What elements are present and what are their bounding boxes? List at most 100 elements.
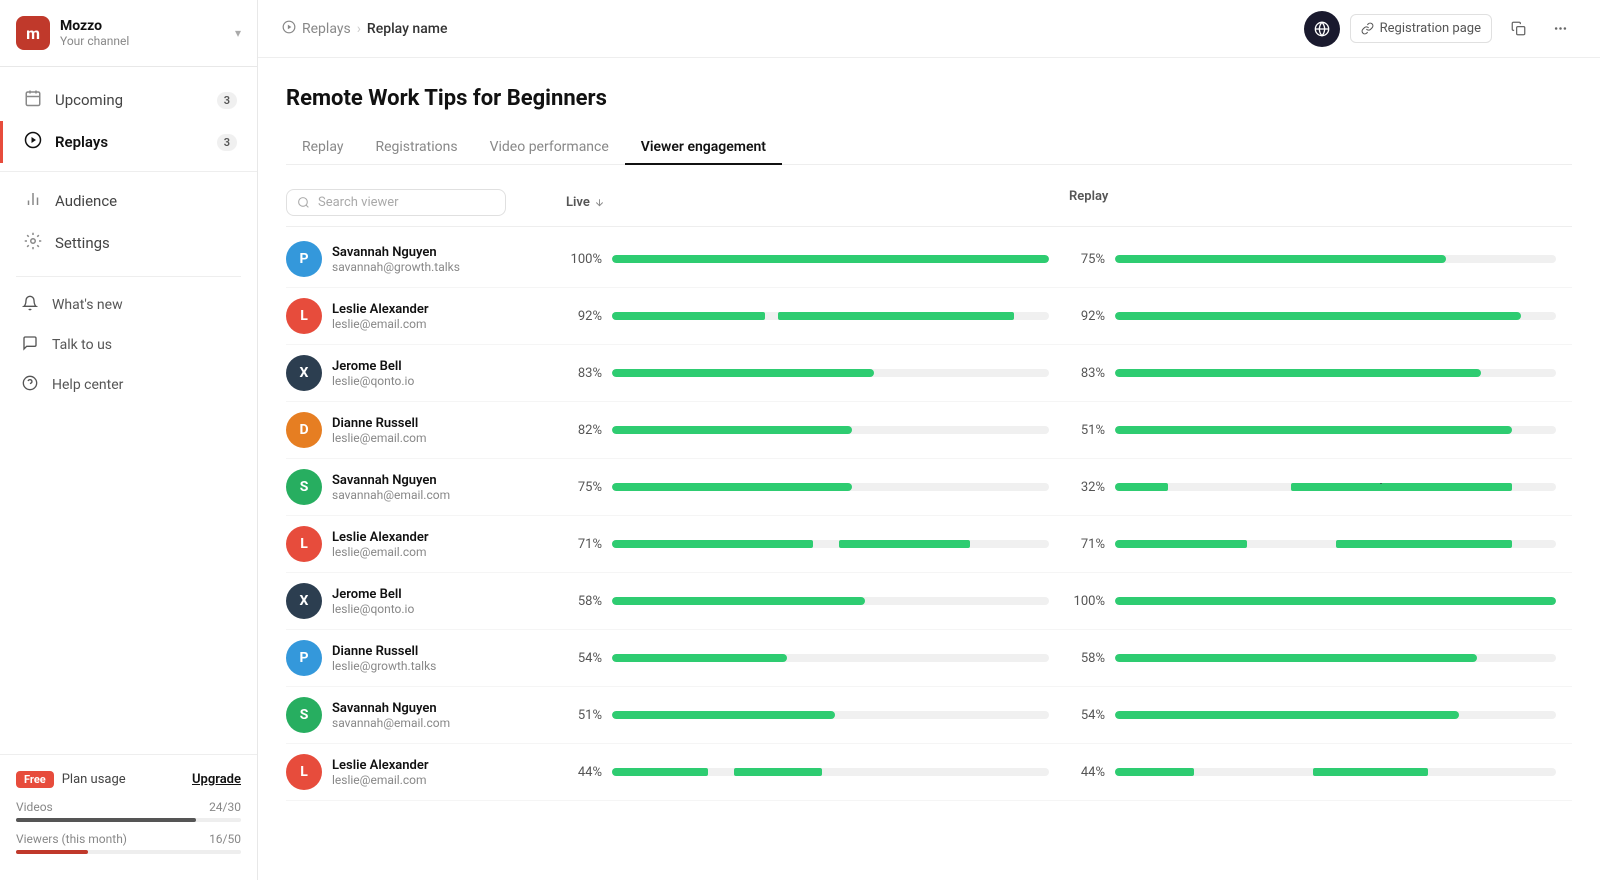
help-center-label: Help center	[52, 377, 123, 393]
viewer-email: leslie@email.com	[332, 545, 429, 559]
page-title: Remote Work Tips for Beginners	[286, 86, 1572, 111]
replay-engagement-cell: 71%	[1069, 537, 1572, 552]
table-row: PSavannah Nguyensavannah@growth.talks100…	[286, 231, 1572, 288]
copy-button[interactable]	[1502, 13, 1534, 45]
replay-engagement-cell: 100%	[1069, 594, 1572, 609]
sidebar-header: m Mozzo Your channel ▾	[0, 0, 257, 67]
replay-engagement-cell: 32% 41:03 – 47:26	[1069, 480, 1572, 495]
sidebar-item-upcoming[interactable]: Upcoming 3	[0, 79, 257, 121]
table-row: PDianne Russellleslie@growth.talks54%58%	[286, 630, 1572, 687]
viewer-email: leslie@growth.talks	[332, 659, 436, 673]
replay-engagement-cell: 75%	[1069, 252, 1572, 267]
viewer-email: leslie@qonto.io	[332, 602, 414, 616]
viewer-name: Jerome Bell	[332, 359, 414, 374]
breadcrumb-separator: ›	[357, 21, 361, 37]
search-box[interactable]: Search viewer	[286, 189, 506, 216]
sidebar-item-audience[interactable]: Audience	[0, 180, 257, 222]
globe-button[interactable]	[1304, 11, 1340, 47]
avatar: S	[286, 469, 322, 505]
viewer-info: PSavannah Nguyensavannah@growth.talks	[286, 241, 566, 277]
viewer-info: XJerome Bellleslie@qonto.io	[286, 355, 566, 391]
videos-bar-fill	[16, 818, 196, 822]
settings-icon	[23, 232, 43, 254]
table-header-row: Search viewer Live Replay	[286, 189, 1572, 227]
avatar: L	[286, 754, 322, 790]
upgrade-link[interactable]: Upgrade	[192, 772, 241, 787]
replay-engagement-cell: 51%	[1069, 423, 1572, 438]
live-engagement-cell: 92%	[566, 309, 1069, 324]
bell-icon	[20, 295, 40, 315]
content-tabs: Replay Registrations Video performance V…	[286, 131, 1572, 165]
sidebar-item-replays[interactable]: Replays 3	[0, 121, 257, 163]
sidebar-footer: Free Plan usage Upgrade Videos 24/30 Vie…	[0, 754, 257, 880]
live-engagement-cell: 44%	[566, 765, 1069, 780]
viewer-name: Leslie Alexander	[332, 302, 429, 317]
viewers-bar-fill	[16, 850, 88, 854]
viewer-name: Dianne Russell	[332, 644, 436, 659]
sidebar-item-talk-to-us[interactable]: Talk to us	[0, 325, 257, 365]
avatar: P	[286, 640, 322, 676]
upcoming-badge: 3	[217, 92, 237, 109]
free-badge: Free	[16, 771, 54, 788]
sidebar-item-settings[interactable]: Settings	[0, 222, 257, 264]
channel-name: Your channel	[60, 34, 225, 48]
replay-engagement-cell: 92%	[1069, 309, 1572, 324]
viewer-info: LLeslie Alexanderleslie@email.com	[286, 298, 566, 334]
live-engagement-cell: 71%	[566, 537, 1069, 552]
topbar-actions: Registration page	[1304, 11, 1576, 47]
help-icon	[20, 375, 40, 395]
viewers-usage-row: Viewers (this month) 16/50	[16, 832, 241, 846]
sidebar: m Mozzo Your channel ▾ Upcoming 3 Replay…	[0, 0, 258, 880]
tab-video-performance[interactable]: Video performance	[474, 131, 625, 165]
avatar: P	[286, 241, 322, 277]
replay-engagement-cell: 44%	[1069, 765, 1572, 780]
viewer-name: Savannah Nguyen	[332, 245, 460, 260]
live-engagement-cell: 83%	[566, 366, 1069, 381]
viewer-name: Savannah Nguyen	[332, 473, 450, 488]
tab-viewer-engagement[interactable]: Viewer engagement	[625, 131, 782, 165]
sidebar-divider-1	[0, 171, 257, 172]
breadcrumb-current: Replay name	[367, 21, 448, 37]
viewer-name: Jerome Bell	[332, 587, 414, 602]
search-placeholder: Search viewer	[318, 195, 399, 210]
settings-label: Settings	[55, 234, 237, 252]
viewer-name: Savannah Nguyen	[332, 701, 450, 716]
viewer-info: P Dianne Russellleslie@growth.talks	[286, 640, 566, 676]
table-row: XJerome Bellleslie@qonto.io83%83%	[286, 345, 1572, 402]
viewers-value: 16/50	[209, 832, 241, 846]
live-engagement-cell: 58%	[566, 594, 1069, 609]
audience-label: Audience	[55, 192, 237, 210]
col-live-header: Live	[566, 189, 1069, 216]
replay-engagement-cell: 83%	[1069, 366, 1572, 381]
more-button[interactable]	[1544, 13, 1576, 45]
viewer-email: leslie@email.com	[332, 317, 429, 331]
viewer-info: XJerome Bellleslie@qonto.io	[286, 583, 566, 619]
viewer-info: LLeslie Alexanderleslie@email.com	[286, 526, 566, 562]
replay-engagement-cell: 54%	[1069, 708, 1572, 723]
viewer-info: SSavannah Nguyensavannah@email.com	[286, 697, 566, 733]
registration-page-button[interactable]: Registration page	[1350, 14, 1492, 43]
sidebar-item-whats-new[interactable]: What's new	[0, 285, 257, 325]
live-engagement-cell: 54%	[566, 651, 1069, 666]
plan-row: Free Plan usage Upgrade	[16, 771, 241, 788]
audience-icon	[23, 190, 43, 212]
viewer-info: LLeslie Alexanderleslie@email.com	[286, 754, 566, 790]
live-engagement-cell: 51%	[566, 708, 1069, 723]
viewer-info: DDianne Russellleslie@email.com	[286, 412, 566, 448]
main: Replays › Replay name Registration page …	[258, 0, 1600, 880]
live-engagement-cell: 75%	[566, 480, 1069, 495]
table-row: LLeslie Alexanderleslie@email.com92%92%	[286, 288, 1572, 345]
tab-registrations[interactable]: Registrations	[359, 131, 473, 165]
plan-usage-label: Plan usage	[62, 772, 184, 787]
viewer-email: leslie@email.com	[332, 773, 429, 787]
videos-label: Videos	[16, 800, 53, 814]
play-icon	[23, 131, 43, 153]
reg-page-label: Registration page	[1380, 21, 1481, 36]
viewer-email: savannah@email.com	[332, 716, 450, 730]
tab-replay[interactable]: Replay	[286, 131, 359, 165]
channel-chevron[interactable]: ▾	[235, 26, 241, 40]
viewer-email: savannah@email.com	[332, 488, 450, 502]
live-engagement-cell: 82%	[566, 423, 1069, 438]
breadcrumb-parent[interactable]: Replays	[302, 21, 351, 37]
sidebar-item-help-center[interactable]: Help center	[0, 365, 257, 405]
